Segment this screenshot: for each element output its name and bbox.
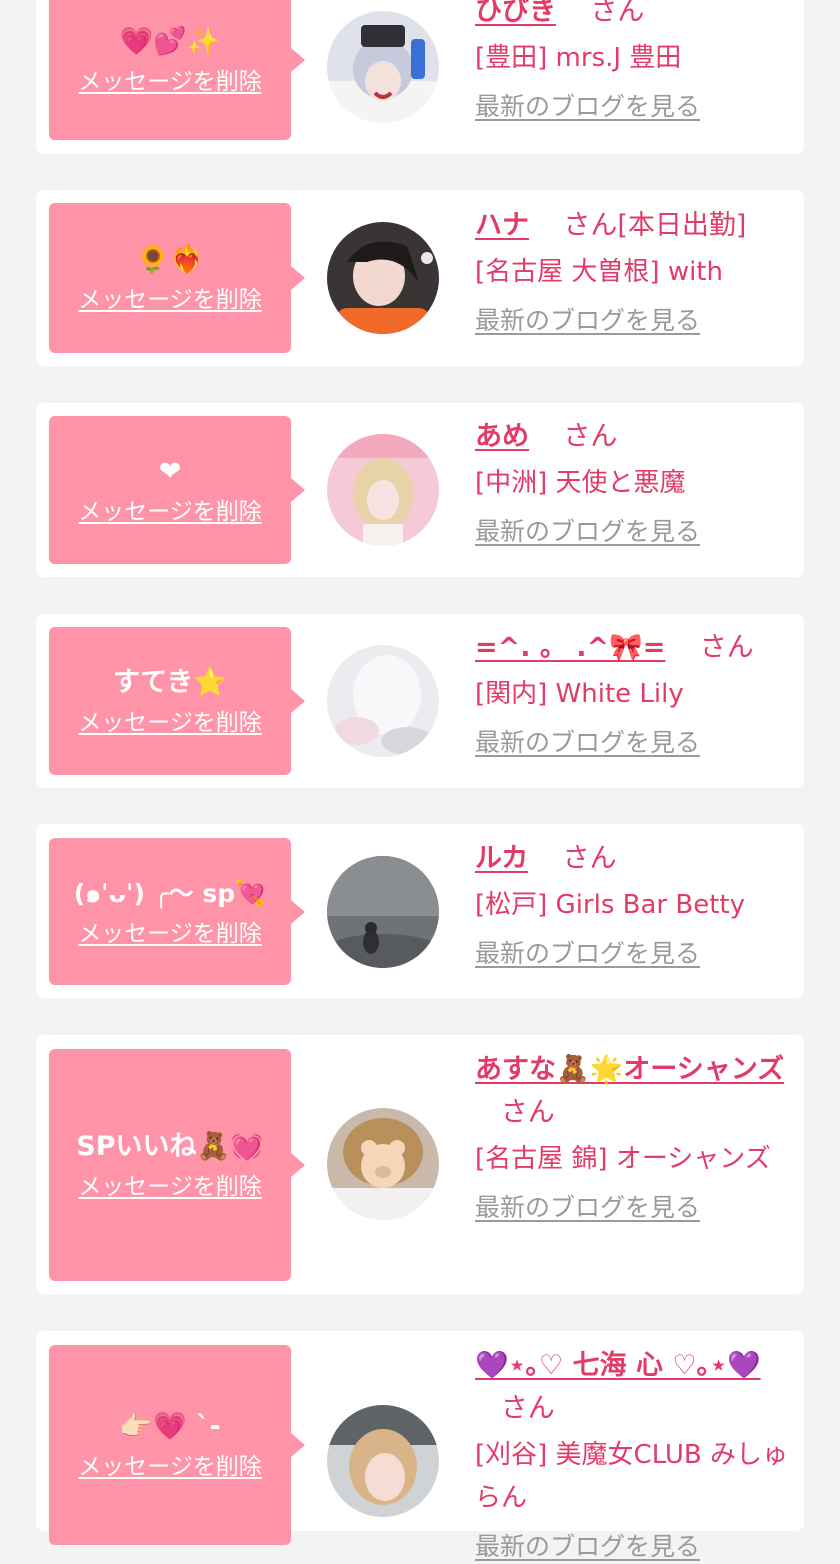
user-info: ハナ さん[本日出勤] [名古屋 大曽根] with 最新のブログを見る (475, 204, 795, 338)
message-text: ❤ (158, 456, 182, 487)
latest-blog-link[interactable]: 最新のブログを見る (475, 937, 700, 971)
user-info: あめ さん [中洲] 天使と悪魔 最新のブログを見る (475, 415, 795, 549)
avatar[interactable] (327, 11, 439, 123)
avatar[interactable] (327, 1405, 439, 1517)
list-item: 💗💕✨ メッセージを削除 ひびき さん [豊田] mrs.J 豊田 最新のブログ… (36, 0, 804, 154)
avatar[interactable] (327, 1108, 439, 1220)
shop-label: [中洲] 天使と悪魔 (475, 468, 686, 498)
user-info: 💜⋆｡♡ 七海 心 ♡｡⋆💜 さん [刈谷] 美魔女CLUB みしゅらん 最新の… (475, 1344, 795, 1564)
avatar-photo (327, 1405, 439, 1517)
list-item: 🌻❤️‍🔥 メッセージを削除 ハナ さん[本日出勤] [名古屋 大曽根] wit… (36, 190, 804, 366)
message-bubble: 🌻❤️‍🔥 メッセージを削除 (49, 203, 305, 353)
user-name-link[interactable]: あすな🧸🌟オーシャンズ (475, 1054, 784, 1085)
message-text: すてき⭐ (112, 667, 228, 698)
honorific-label: さん (500, 1393, 555, 1424)
avatar[interactable] (327, 856, 439, 968)
avatar-photo (327, 222, 439, 334)
list-item: SPいいね🧸💓 メッセージを削除 あすな🧸🌟オーシャンズ さん [名古屋 錦] … (36, 1035, 804, 1294)
message-text: 👉🏻💗 ˋ- (119, 1411, 221, 1442)
delete-message-button[interactable]: メッセージを削除 (78, 497, 262, 527)
avatar-photo (327, 11, 439, 123)
honorific-label: さん (562, 843, 617, 874)
honorific-label: さん (563, 210, 618, 241)
shop-label: [名古屋 錦] オーシャンズ (475, 1144, 771, 1174)
delete-message-button[interactable]: メッセージを削除 (78, 708, 262, 738)
message-text: 🌻❤️‍🔥 (136, 244, 204, 275)
user-name-link[interactable]: ひびき (475, 0, 556, 27)
shop-label: [名古屋 大曽根] with (475, 257, 723, 287)
avatar[interactable] (327, 222, 439, 334)
list-item: ❤ メッセージを削除 あめ さん [中洲] 天使と悪魔 最新のブログを見る (36, 403, 804, 577)
delete-message-button[interactable]: メッセージを削除 (78, 1452, 262, 1482)
avatar-photo (327, 434, 439, 546)
user-info: =^. 。 .^🎀= さん [関内] White Lily 最新のブログを見る (475, 626, 795, 760)
message-text: SPいいね🧸💓 (76, 1131, 264, 1162)
message-bubble: (๑ˈᴗˈ) ╭〜 sp💘 メッセージを削除 (49, 838, 305, 985)
avatar[interactable] (327, 645, 439, 757)
user-info: あすな🧸🌟オーシャンズ さん [名古屋 錦] オーシャンズ 最新のブログを見る (475, 1048, 795, 1225)
delete-message-button[interactable]: メッセージを削除 (78, 285, 262, 315)
user-info: ひびき さん [豊田] mrs.J 豊田 最新のブログを見る (475, 0, 795, 124)
honorific-label: さん (590, 0, 645, 27)
latest-blog-link[interactable]: 最新のブログを見る (475, 90, 700, 124)
user-name-link[interactable]: 💜⋆｡♡ 七海 心 ♡｡⋆💜 (475, 1350, 761, 1381)
message-text: 💗💕✨ (119, 26, 221, 57)
list-item: すてき⭐ メッセージを削除 =^. 。 .^🎀= さん [関内] White L… (36, 614, 804, 788)
latest-blog-link[interactable]: 最新のブログを見る (475, 304, 700, 338)
shop-label: [刈谷] 美魔女CLUB みしゅらん (475, 1440, 789, 1513)
list-item: 👉🏻💗 ˋ- メッセージを削除 💜⋆｡♡ 七海 心 ♡｡⋆💜 さん [刈谷] 美… (36, 1331, 804, 1561)
latest-blog-link[interactable]: 最新のブログを見る (475, 726, 700, 760)
shop-label: [松戸] Girls Bar Betty (475, 890, 745, 920)
message-bubble: すてき⭐ メッセージを削除 (49, 627, 305, 775)
honorific-label: さん (563, 421, 618, 452)
avatar-photo (327, 1108, 439, 1220)
avatar-photo (327, 645, 439, 757)
message-bubble: ❤ メッセージを削除 (49, 416, 305, 564)
honorific-label: さん (699, 632, 754, 663)
latest-blog-link[interactable]: 最新のブログを見る (475, 1191, 700, 1225)
list-item: (๑ˈᴗˈ) ╭〜 sp💘 メッセージを削除 ルカ さん [松戸] Girls … (36, 824, 804, 998)
delete-message-button[interactable]: メッセージを削除 (78, 919, 262, 949)
user-info: ルカ さん [松戸] Girls Bar Betty 最新のブログを見る (475, 837, 795, 971)
delete-message-button[interactable]: メッセージを削除 (78, 1172, 262, 1202)
user-name-link[interactable]: ルカ (475, 843, 528, 874)
avatar[interactable] (327, 434, 439, 546)
message-bubble: 👉🏻💗 ˋ- メッセージを削除 (49, 1345, 305, 1545)
message-bubble: SPいいね🧸💓 メッセージを削除 (49, 1049, 305, 1281)
shop-label: [豊田] mrs.J 豊田 (475, 43, 682, 73)
honorific-label: さん (500, 1097, 555, 1128)
user-name-link[interactable]: ハナ (475, 210, 529, 241)
user-name-link[interactable]: =^. 。 .^🎀= (475, 632, 665, 663)
delete-message-button[interactable]: メッセージを削除 (78, 67, 262, 97)
attendance-label: [本日出勤] (617, 210, 747, 241)
avatar-photo (327, 856, 439, 968)
latest-blog-link[interactable]: 最新のブログを見る (475, 1530, 700, 1564)
latest-blog-link[interactable]: 最新のブログを見る (475, 515, 700, 549)
message-bubble: 💗💕✨ メッセージを削除 (49, 0, 305, 140)
message-text: (๑ˈᴗˈ) ╭〜 sp💘 (73, 878, 267, 908)
user-name-link[interactable]: あめ (475, 421, 529, 452)
shop-label: [関内] White Lily (475, 679, 684, 709)
